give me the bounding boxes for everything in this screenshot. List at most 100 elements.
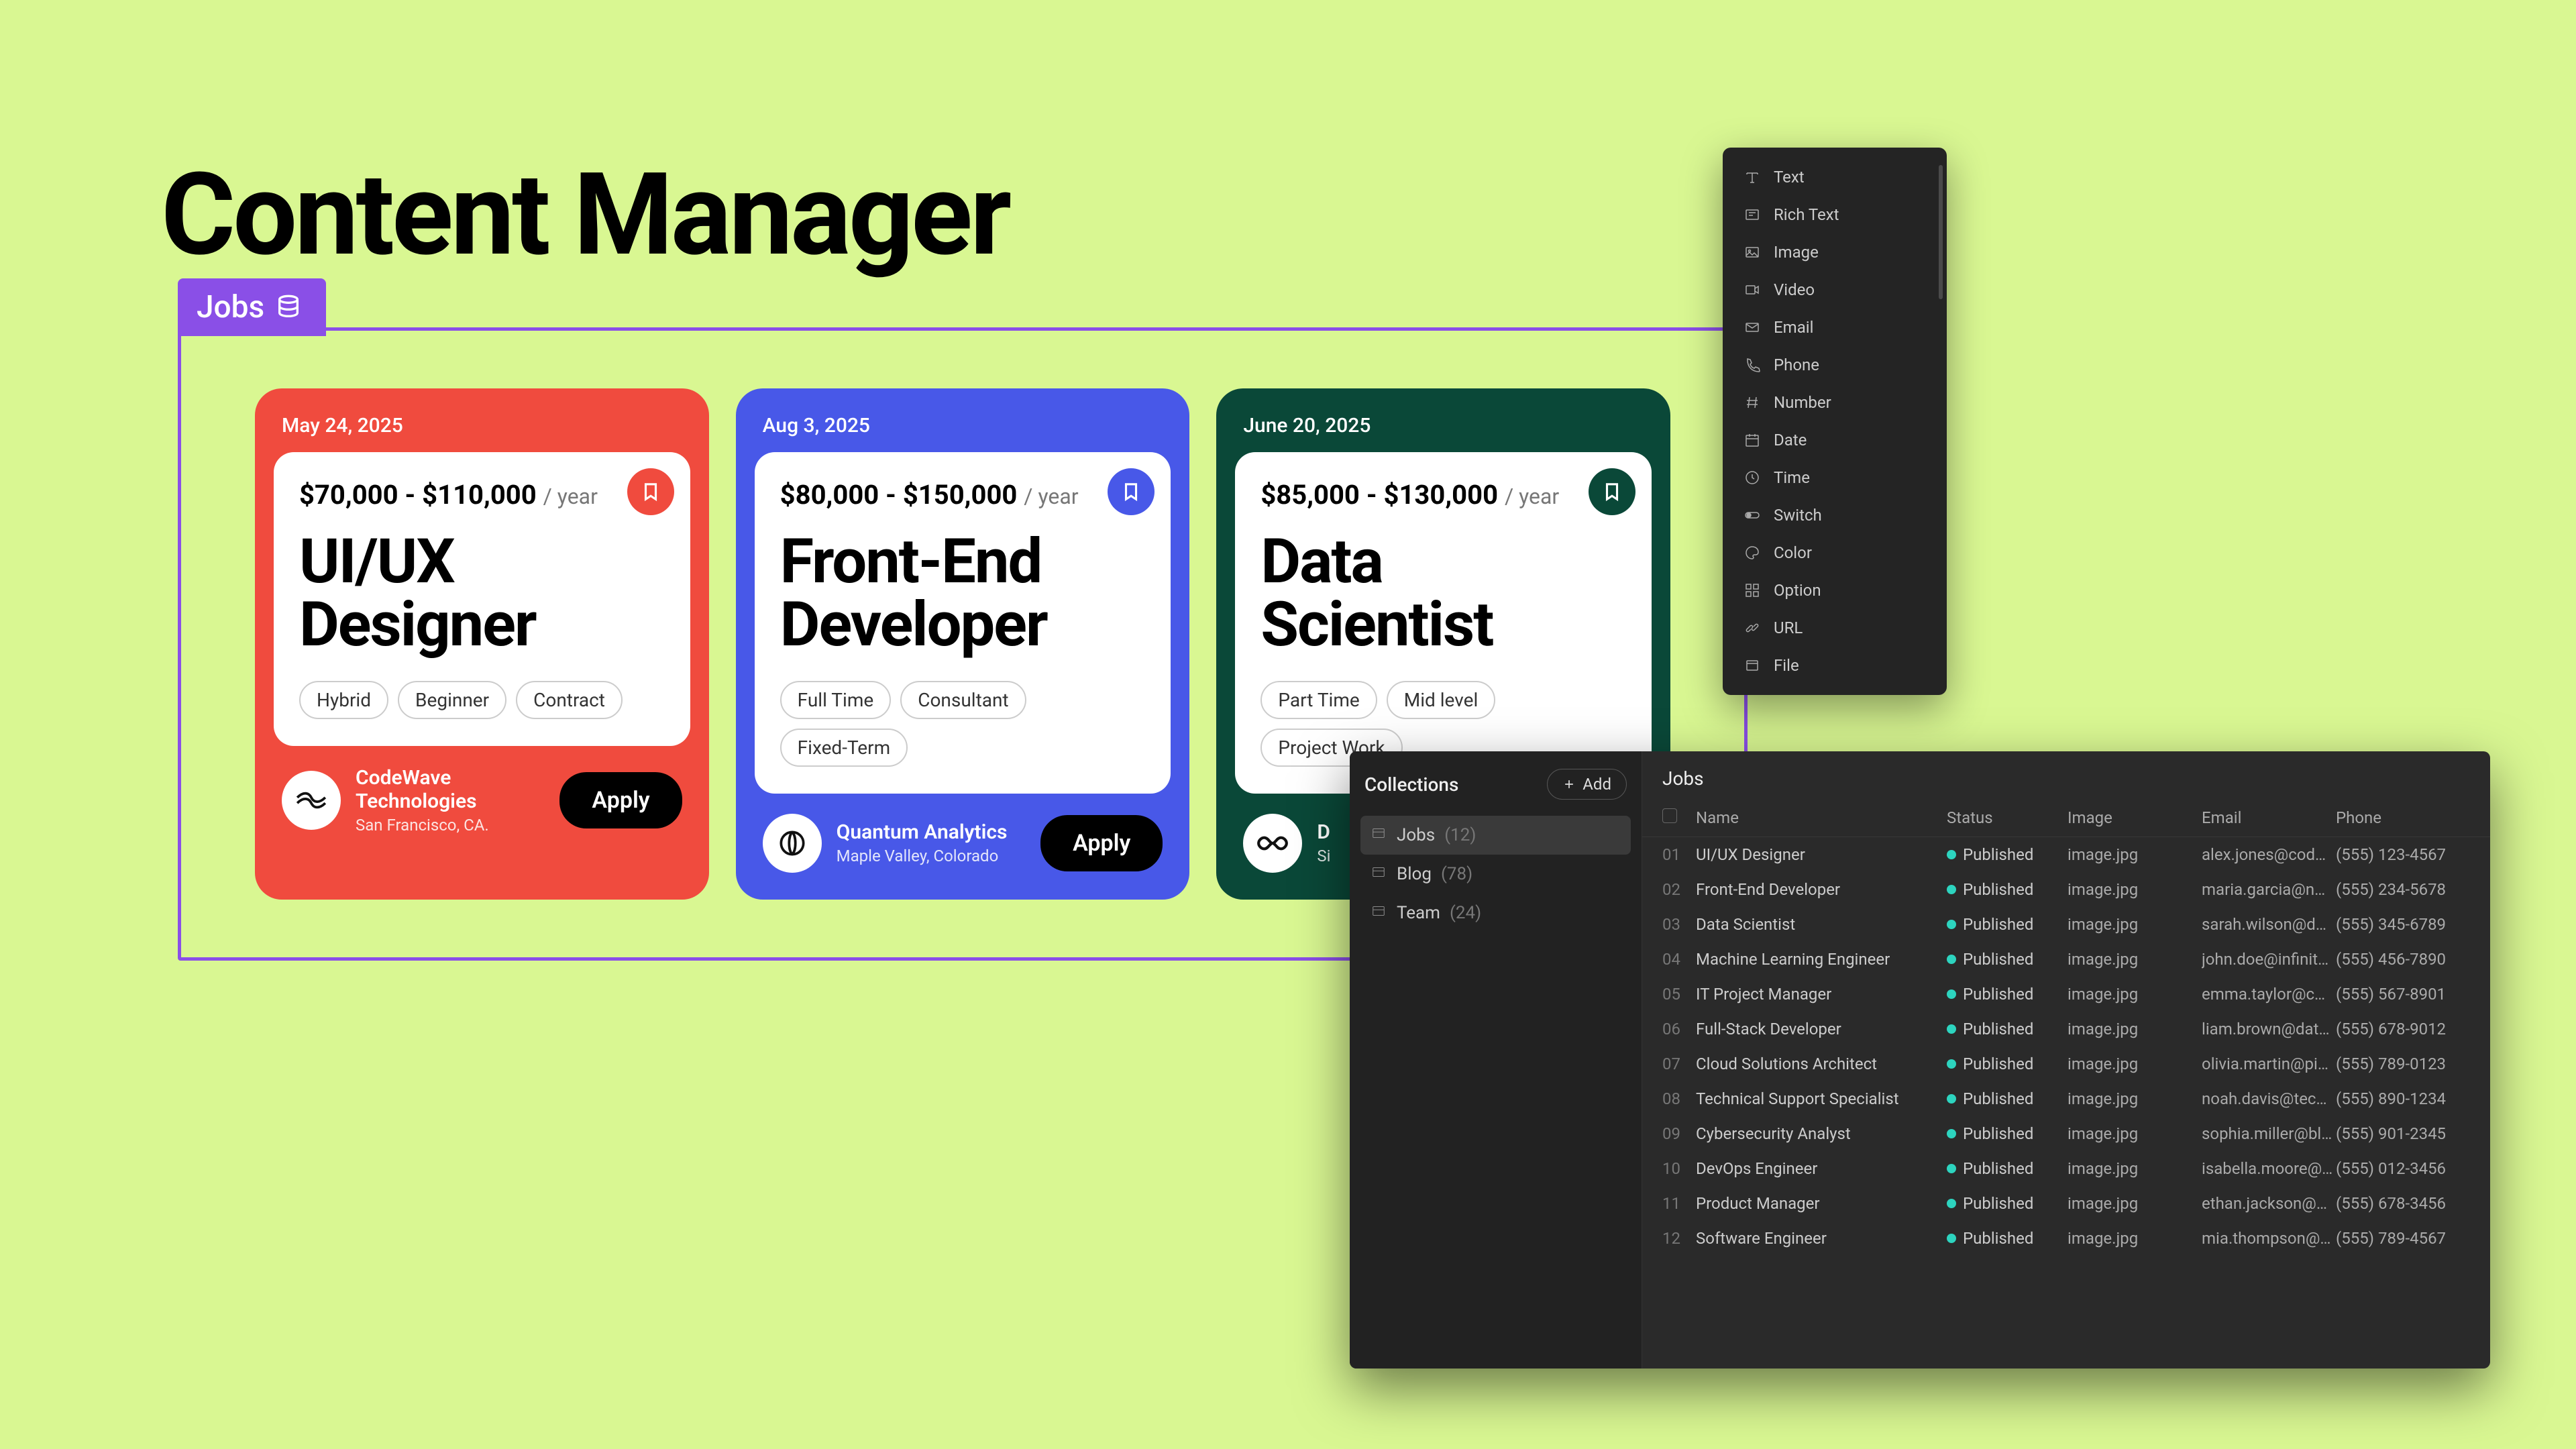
tag[interactable]: Fixed-Term (780, 729, 908, 767)
row-status: Published (1947, 1055, 2068, 1073)
row-email: liam.brown@dat… (2202, 1020, 2336, 1038)
status-dot-icon (1947, 920, 1956, 929)
color-icon (1743, 545, 1762, 561)
row-number: 10 (1662, 1159, 1696, 1178)
collection-team[interactable]: Team (24) (1360, 894, 1631, 932)
row-status: Published (1947, 1229, 2068, 1248)
row-image: image.jpg (2068, 1020, 2202, 1038)
field-label: Option (1774, 581, 1821, 600)
tag[interactable]: Contract (516, 681, 623, 719)
row-name: Front-End Developer (1696, 880, 1947, 899)
row-number: 09 (1662, 1124, 1696, 1143)
text-icon (1743, 169, 1762, 185)
card-title: UI/UXDesigner (299, 531, 665, 657)
table-row[interactable]: 01 UI/UX Designer Published image.jpg al… (1642, 837, 2490, 872)
row-image: image.jpg (2068, 915, 2202, 934)
col-email: Email (2202, 808, 2336, 827)
add-collection-button[interactable]: Add (1547, 769, 1627, 800)
field-type-email[interactable]: Email (1723, 309, 1947, 346)
status-dot-icon (1947, 955, 1956, 964)
table-row[interactable]: 04 Machine Learning Engineer Published i… (1642, 942, 2490, 977)
field-type-date[interactable]: Date (1723, 421, 1947, 459)
jobs-tab[interactable]: Jobs (178, 278, 326, 336)
image-icon (1743, 244, 1762, 260)
job-card[interactable]: Aug 3, 2025 $80,000 - $150,000 / year Fr… (736, 388, 1190, 900)
field-label: Color (1774, 543, 1812, 562)
collection-blog[interactable]: Blog (78) (1360, 855, 1631, 894)
table-row[interactable]: 12 Software Engineer Published image.jpg… (1642, 1221, 2490, 1256)
scrollbar[interactable] (1939, 165, 1943, 299)
table-row[interactable]: 09 Cybersecurity Analyst Published image… (1642, 1116, 2490, 1151)
field-type-number[interactable]: Number (1723, 384, 1947, 421)
field-type-color[interactable]: Color (1723, 534, 1947, 572)
status-dot-icon (1947, 1024, 1956, 1034)
table-row[interactable]: 11 Product Manager Published image.jpg e… (1642, 1186, 2490, 1221)
tag[interactable]: Beginner (398, 681, 506, 719)
field-type-text[interactable]: Text (1723, 158, 1947, 196)
apply-button[interactable]: Apply (559, 772, 682, 828)
field-type-switch[interactable]: Switch (1723, 496, 1947, 534)
field-type-rich-text[interactable]: Rich Text (1723, 196, 1947, 233)
bookmark-icon (1602, 482, 1622, 502)
field-type-time[interactable]: Time (1723, 459, 1947, 496)
cms-sidebar: Collections Add Jobs (12)Blog (78)Team (… (1350, 751, 1642, 1368)
bookmark-button[interactable] (627, 468, 674, 515)
select-all-checkbox[interactable] (1662, 808, 1677, 823)
row-number: 12 (1662, 1229, 1696, 1248)
field-label: Number (1774, 393, 1831, 412)
tag[interactable]: Full Time (780, 681, 892, 719)
field-type-phone[interactable]: Phone (1723, 346, 1947, 384)
row-name: Cybersecurity Analyst (1696, 1124, 1947, 1143)
collection-count: (24) (1450, 903, 1481, 923)
plus-icon (1562, 777, 1576, 791)
company-location: San Francisco, CA. (356, 816, 545, 835)
bookmark-button[interactable] (1589, 468, 1635, 515)
row-status: Published (1947, 845, 2068, 864)
collection-name: Blog (1397, 864, 1432, 884)
row-name: Product Manager (1696, 1194, 1947, 1213)
table-row[interactable]: 07 Cloud Solutions Architect Published i… (1642, 1046, 2490, 1081)
tag[interactable]: Part Time (1260, 681, 1377, 719)
row-email: maria.garcia@n… (2202, 880, 2336, 899)
tag[interactable]: Hybrid (299, 681, 388, 719)
collection-jobs[interactable]: Jobs (12) (1360, 816, 1631, 855)
status-dot-icon (1947, 1094, 1956, 1104)
table-row[interactable]: 10 DevOps Engineer Published image.jpg i… (1642, 1151, 2490, 1186)
table-row[interactable]: 02 Front-End Developer Published image.j… (1642, 872, 2490, 907)
field-label: File (1774, 656, 1799, 675)
card-date: Aug 3, 2025 (755, 407, 1171, 452)
status-dot-icon (1947, 1059, 1956, 1069)
table-row[interactable]: 05 IT Project Manager Published image.jp… (1642, 977, 2490, 1012)
bookmark-button[interactable] (1108, 468, 1155, 515)
table-row[interactable]: 06 Full-Stack Developer Published image.… (1642, 1012, 2490, 1046)
field-label: Date (1774, 431, 1807, 449)
collections-title: Collections (1364, 773, 1458, 796)
field-type-url[interactable]: URL (1723, 609, 1947, 647)
row-image: image.jpg (2068, 1159, 2202, 1178)
field-type-video[interactable]: Video (1723, 271, 1947, 309)
company-logo (1243, 814, 1302, 873)
field-type-option[interactable]: Option (1723, 572, 1947, 609)
tag[interactable]: Mid level (1387, 681, 1496, 719)
cms-main-title: Jobs (1642, 751, 2490, 799)
row-name: Data Scientist (1696, 915, 1947, 934)
field-label: Time (1774, 468, 1810, 487)
row-phone: (555) 123-4567 (2336, 845, 2470, 864)
field-type-image[interactable]: Image (1723, 233, 1947, 271)
field-label: URL (1774, 619, 1803, 637)
switch-icon (1743, 507, 1762, 523)
company-location: Maple Valley, Colorado (837, 847, 1026, 865)
table-row[interactable]: 03 Data Scientist Published image.jpg sa… (1642, 907, 2490, 942)
collection-name: Team (1397, 903, 1440, 923)
col-name: Name (1696, 808, 1947, 827)
row-phone: (555) 789-4567 (2336, 1229, 2470, 1248)
table-row[interactable]: 08 Technical Support Specialist Publishe… (1642, 1081, 2490, 1116)
tag[interactable]: Consultant (900, 681, 1026, 719)
job-card[interactable]: May 24, 2025 $70,000 - $110,000 / year U… (255, 388, 709, 900)
field-type-file[interactable]: File (1723, 647, 1947, 684)
row-number: 03 (1662, 915, 1696, 934)
apply-button[interactable]: Apply (1040, 815, 1163, 871)
row-image: image.jpg (2068, 985, 2202, 1004)
row-number: 11 (1662, 1194, 1696, 1213)
row-email: isabella.moore@… (2202, 1159, 2336, 1178)
